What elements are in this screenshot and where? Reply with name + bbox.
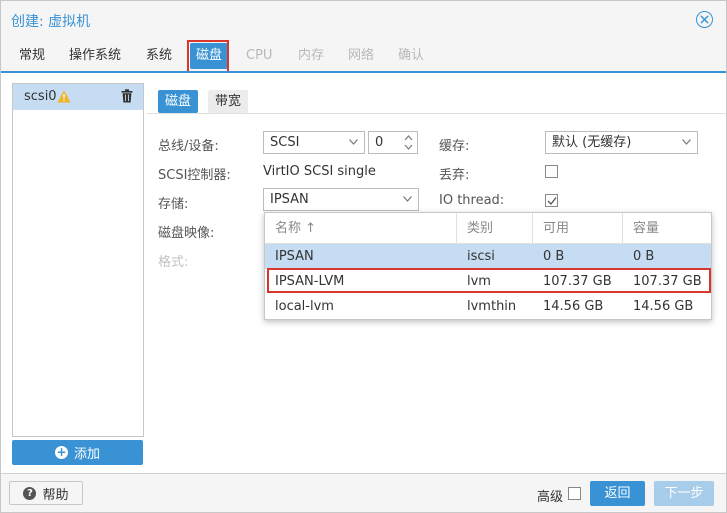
column-header-capacity[interactable]: 容量 [623, 213, 711, 244]
row-avail: 0 B [543, 249, 565, 264]
trash-icon[interactable] [121, 89, 133, 103]
row-highlight-box [267, 268, 711, 293]
help-button[interactable]: ? 帮助 [9, 481, 83, 505]
column-header-type[interactable]: 类别 [457, 213, 533, 244]
tab-os[interactable]: 操作系统 [69, 45, 121, 67]
format-label: 格式: [158, 255, 189, 270]
add-disk-button[interactable]: + 添加 [12, 440, 143, 465]
dropdown-header: 名称 ↑ 类别 可用 容量 [265, 213, 711, 244]
disk-image-label: 磁盘映像: [158, 226, 215, 241]
back-button[interactable]: 返回 [590, 481, 645, 506]
advanced-checkbox[interactable] [568, 487, 581, 500]
row-type: lvmthin [467, 299, 517, 314]
row-name: local-lvm [275, 299, 334, 314]
row-capacity: 0 B [633, 249, 655, 264]
row-capacity: 14.56 GB [633, 299, 694, 314]
chevron-down-icon [349, 139, 358, 145]
close-icon [700, 15, 709, 24]
device-index-value: 0 [375, 135, 384, 150]
create-vm-dialog: 创建: 虚拟机 常规 操作系统 系统 磁盘 CPU 内存 网络 确认 scsi0 [0, 0, 727, 513]
bus-select[interactable]: SCSI [263, 131, 365, 154]
storage-select[interactable]: IPSAN [263, 188, 419, 211]
iothread-label: IO thread: [439, 193, 505, 208]
discard-checkbox[interactable] [545, 165, 558, 178]
close-button[interactable] [696, 11, 713, 28]
dialog-footer: ? 帮助 高级 返回 下一步 [1, 473, 726, 512]
bus-select-value: SCSI [270, 135, 300, 150]
storage-row-local-lvm[interactable]: local-lvm lvmthin 14.56 GB 14.56 GB [265, 294, 711, 319]
plus-icon: + [54, 445, 68, 459]
tab-cpu[interactable]: CPU [246, 45, 272, 67]
subtab-bandwidth[interactable]: 带宽 [208, 90, 249, 113]
tab-confirm[interactable]: 确认 [398, 45, 424, 67]
column-header-name[interactable]: 名称 ↑ [265, 213, 457, 244]
column-header-avail[interactable]: 可用 [533, 213, 623, 244]
warning-icon [57, 90, 71, 103]
storage-row-ipsan[interactable]: IPSAN iscsi 0 B 0 B [265, 244, 711, 269]
tab-general[interactable]: 常规 [19, 45, 45, 67]
dialog-header: 创建: 虚拟机 [1, 1, 726, 39]
row-type: iscsi [467, 249, 495, 264]
tab-highlight-box [187, 40, 229, 74]
dialog-title: 创建: 虚拟机 [11, 14, 91, 30]
tab-system[interactable]: 系统 [146, 45, 172, 67]
wizard-tabs: 常规 操作系统 系统 磁盘 CPU 内存 网络 确认 [1, 39, 726, 74]
discard-label: 丢弃: [439, 168, 470, 183]
spinner-icon[interactable] [404, 134, 413, 151]
scsi-controller-value: VirtIO SCSI single [263, 164, 376, 179]
tab-network[interactable]: 网络 [348, 45, 374, 67]
bus-device-label: 总线/设备: [158, 139, 219, 154]
add-disk-label: 添加 [73, 447, 100, 462]
disk-item-label: scsi0 [24, 89, 57, 104]
tab-memory[interactable]: 内存 [298, 45, 324, 67]
cache-select-value: 默认 (无缓存) [552, 135, 632, 150]
device-index-stepper[interactable]: 0 [368, 131, 418, 154]
cache-label: 缓存: [439, 139, 470, 154]
checkmark-icon [547, 197, 557, 205]
advanced-label: 高级 [537, 490, 564, 505]
storage-dropdown: 名称 ↑ 类别 可用 容量 IPSAN iscsi 0 B 0 B IPSAN-… [264, 212, 712, 320]
cache-select[interactable]: 默认 (无缓存) [545, 131, 698, 154]
chevron-down-icon [403, 196, 412, 202]
subtab-divider [147, 113, 726, 114]
storage-select-value: IPSAN [270, 192, 309, 207]
question-icon: ? [23, 486, 37, 500]
chevron-down-icon [682, 139, 691, 145]
iothread-checkbox[interactable] [545, 194, 558, 207]
disk-list-item[interactable]: scsi0 [13, 84, 143, 110]
subtab-disk[interactable]: 磁盘 [158, 90, 199, 113]
row-avail: 14.56 GB [543, 299, 604, 314]
row-name: IPSAN [275, 249, 314, 264]
storage-label: 存储: [158, 197, 189, 212]
disk-list: scsi0 [12, 83, 144, 437]
help-label: 帮助 [42, 487, 69, 503]
scsi-controller-label: SCSI控制器: [158, 168, 231, 183]
next-button[interactable]: 下一步 [654, 481, 714, 506]
